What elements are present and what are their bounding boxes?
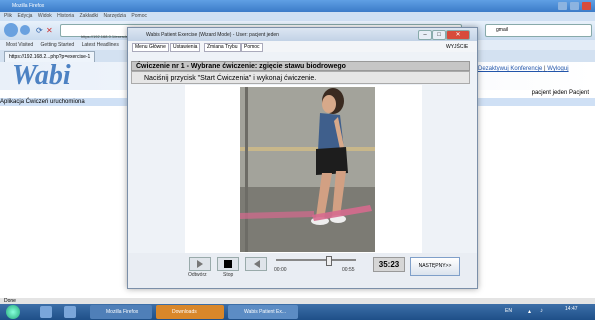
menu-item[interactable]: Plik bbox=[4, 13, 12, 19]
browser-title: Mozilla Firefox bbox=[12, 3, 45, 9]
task-downloads[interactable]: Downloads bbox=[156, 305, 224, 319]
browser-menubar: Plik Edycja Widok Historia Zakładki Narz… bbox=[0, 12, 595, 21]
menu-item[interactable]: Widok bbox=[38, 13, 52, 19]
play-label: Odtwórz bbox=[188, 272, 207, 278]
explorer-icon[interactable] bbox=[40, 306, 52, 318]
maximize-icon[interactable]: □ bbox=[432, 30, 446, 40]
search-bar[interactable]: gmail bbox=[485, 24, 592, 37]
bookmark-item[interactable]: Most Visited bbox=[6, 42, 33, 48]
time-start: 00:00 bbox=[274, 267, 287, 273]
wabis-logo: Wabi bbox=[12, 60, 71, 91]
browser-titlebar: Mozilla Firefox bbox=[0, 0, 595, 12]
dialog-menubar: Menu Główne Ustawienia Zmiana Trybu Pomo… bbox=[128, 41, 477, 52]
start-icon[interactable] bbox=[6, 305, 20, 319]
exit-button[interactable]: WYJŚCIE bbox=[446, 44, 468, 50]
user-label: pacjent jeden Pacjent bbox=[531, 90, 589, 96]
logout-link[interactable]: Wyloguj bbox=[547, 66, 568, 72]
menu-item[interactable]: Edycja bbox=[17, 13, 32, 19]
forward-icon[interactable] bbox=[20, 25, 30, 35]
deactivate-conference-link[interactable]: Dezaktywuj Konferencje bbox=[478, 66, 542, 72]
exercise-video[interactable] bbox=[240, 87, 375, 252]
menu-item[interactable]: Narzędzia bbox=[104, 13, 127, 19]
task-firefox[interactable]: Mozilla Firefox bbox=[90, 305, 152, 319]
menu-main[interactable]: Menu Główne bbox=[132, 43, 169, 52]
stop-label: Stop bbox=[223, 272, 234, 278]
menu-item[interactable]: Pomoc bbox=[131, 13, 147, 19]
menu-item[interactable]: Historia bbox=[57, 13, 74, 19]
bookmark-item[interactable]: Getting Started bbox=[41, 42, 75, 48]
maximize-icon[interactable] bbox=[570, 2, 579, 10]
dialog-title: Wabis Patient Exercise (Wizard Mode) - U… bbox=[146, 32, 279, 38]
progress-slider[interactable] bbox=[276, 256, 356, 266]
media-player-icon[interactable] bbox=[64, 306, 76, 318]
task-wabis-exercise[interactable]: Wabis Patient Ex... bbox=[228, 305, 298, 319]
rewind-button[interactable] bbox=[245, 257, 267, 271]
exercise-dialog: Wabis Patient Exercise (Wizard Mode) - U… bbox=[127, 27, 478, 289]
play-button[interactable] bbox=[189, 257, 211, 271]
menu-mode-change[interactable]: Zmiana Trybu bbox=[204, 43, 241, 52]
windows-taskbar: Mozilla Firefox Downloads Wabis Patient … bbox=[0, 304, 595, 320]
back-icon[interactable] bbox=[4, 23, 18, 37]
exercise-instruction: Naciśnij przycisk "Start Ćwiczenia" i wy… bbox=[131, 71, 470, 84]
rewind-icon bbox=[254, 260, 260, 268]
menu-help[interactable]: Pomoc bbox=[241, 43, 263, 52]
menu-item[interactable]: Zakładki bbox=[80, 13, 99, 19]
dialog-titlebar: Wabis Patient Exercise (Wizard Mode) - U… bbox=[128, 28, 477, 41]
stop-icon bbox=[224, 260, 232, 268]
bookmark-item[interactable]: Latest Headlines bbox=[82, 42, 119, 48]
clock[interactable]: 14:47 bbox=[565, 306, 578, 312]
language-indicator[interactable]: EN bbox=[505, 308, 512, 314]
network-icon[interactable]: ▴ bbox=[528, 308, 531, 315]
timer-display: 35:23 bbox=[373, 257, 405, 272]
stop-icon[interactable]: ✕ bbox=[46, 26, 53, 35]
menu-settings[interactable]: Ustawienia bbox=[170, 43, 201, 52]
stop-button[interactable] bbox=[217, 257, 239, 271]
exercise-header: Ćwiczenie nr 1 - Wybrane ćwiczenie: zgię… bbox=[131, 61, 470, 71]
play-icon bbox=[197, 260, 203, 268]
close-icon[interactable] bbox=[582, 2, 591, 10]
time-end: 00:55 bbox=[342, 267, 355, 273]
minimize-icon[interactable] bbox=[558, 2, 567, 10]
reload-icon[interactable]: ⟳ bbox=[36, 26, 43, 35]
minimize-icon[interactable]: – bbox=[418, 30, 432, 40]
next-button[interactable]: NASTĘPNY>> bbox=[410, 257, 460, 276]
close-icon[interactable]: ✕ bbox=[446, 30, 470, 40]
search-text: gmail bbox=[496, 27, 508, 33]
slider-knob[interactable] bbox=[325, 256, 332, 266]
volume-icon[interactable]: ♪ bbox=[540, 308, 543, 314]
